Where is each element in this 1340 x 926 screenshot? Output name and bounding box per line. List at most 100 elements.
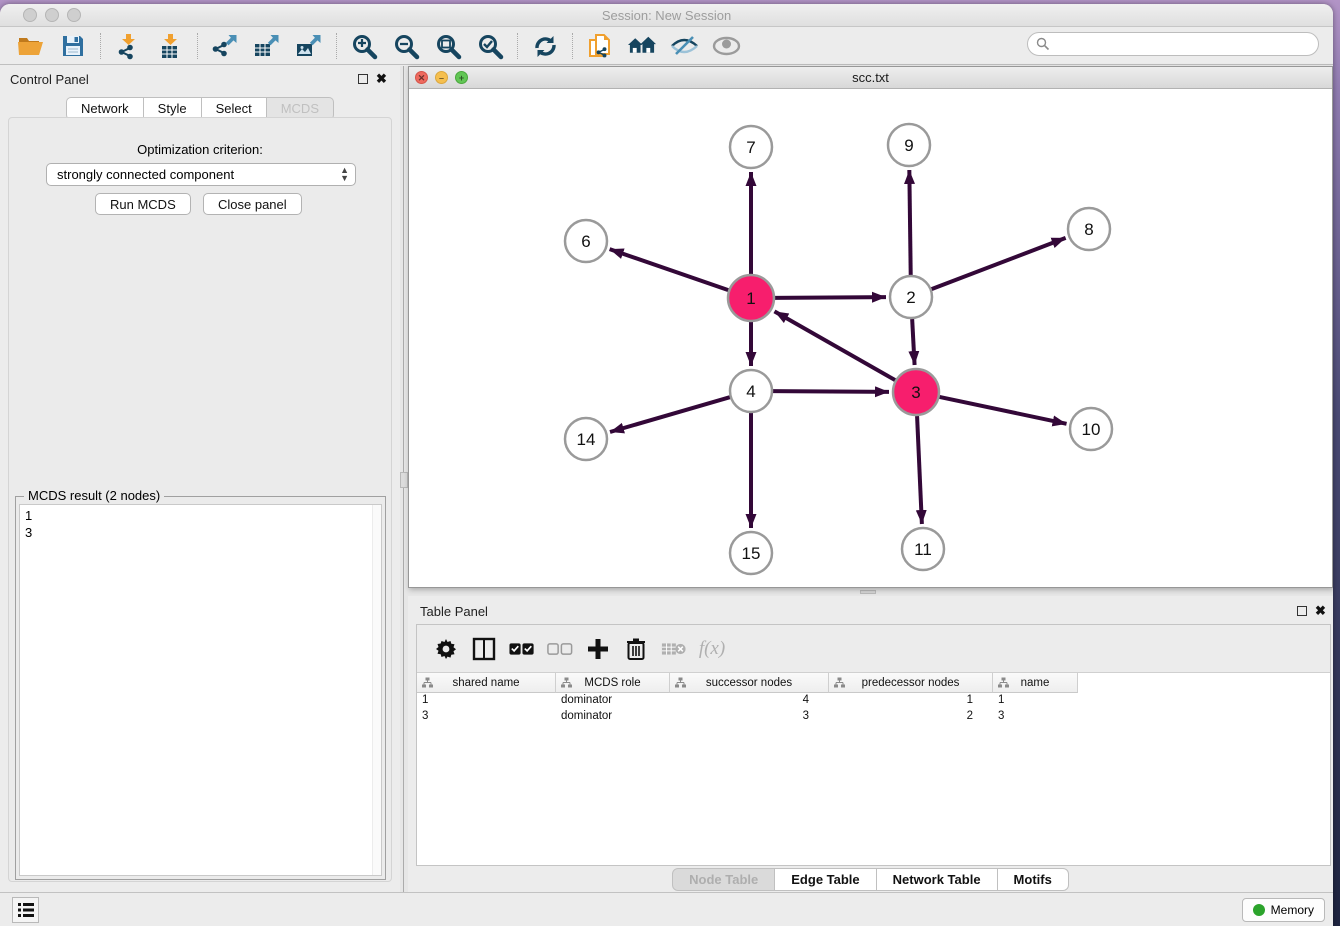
mcds-result-list[interactable]: 13 [19,504,382,876]
delete-table-icon [661,636,687,662]
search-field[interactable] [1027,32,1319,56]
column-tree-icon [561,677,572,691]
run-mcds-button[interactable]: Run MCDS [95,193,191,215]
graph-edge-1-6[interactable] [610,249,729,290]
import-table-icon[interactable] [155,32,185,60]
svg-text:6: 6 [581,232,590,251]
vertical-splitter[interactable] [400,66,408,892]
optimization-dropdown[interactable]: strongly connected component ▲▼ [46,163,356,186]
table-cell[interactable]: dominator [556,693,670,709]
table-cell[interactable]: 3 [417,709,556,725]
table-cell[interactable]: 1 [993,693,1078,709]
save-session-icon[interactable] [58,32,88,60]
export-image-icon[interactable] [294,32,324,60]
mcds-result-node: 3 [25,524,376,541]
column-header-successor-nodes[interactable]: successor nodes [670,673,829,693]
network-view-title: scc.txt [409,70,1332,85]
clone-network-icon[interactable] [585,32,615,60]
show-details-icon[interactable] [711,32,741,60]
search-input[interactable] [1050,37,1310,51]
export-table-icon[interactable] [252,32,282,60]
control-panel-float-icon[interactable] [358,74,368,84]
table-settings-icon[interactable] [433,636,459,662]
mcds-result-title: MCDS result (2 nodes) [24,488,164,503]
memory-button[interactable]: Memory [1242,898,1325,922]
graph-edge-3-1[interactable] [774,311,895,380]
import-network-icon[interactable] [113,32,143,60]
refresh-icon[interactable] [530,32,560,60]
graph-edge-4-14[interactable] [610,397,730,432]
graph-node-3[interactable]: 3 [893,369,939,415]
svg-text:1: 1 [746,289,755,308]
home-layout-icon[interactable] [627,32,657,60]
graph-node-11[interactable]: 11 [902,528,944,570]
toolbar-separator [197,33,198,59]
control-panel-close-icon[interactable]: ✖ [376,74,387,84]
column-header-MCDS-role[interactable]: MCDS role [556,673,670,693]
zoom-fit-icon[interactable] [433,32,463,60]
column-header-name[interactable]: name [993,673,1078,693]
tab-network-table[interactable]: Network Table [877,868,998,891]
mcds-result-node: 1 [25,507,376,524]
graph-node-8[interactable]: 8 [1068,208,1110,250]
zoom-out-icon[interactable] [391,32,421,60]
graph-node-4[interactable]: 4 [730,370,772,412]
graph-node-6[interactable]: 6 [565,220,607,262]
tab-edge-table[interactable]: Edge Table [775,868,876,891]
column-header-predecessor-nodes[interactable]: predecessor nodes [829,673,993,693]
splitter-handle[interactable] [860,590,876,594]
graph-edge-2-9[interactable] [909,170,910,275]
table-cell[interactable]: 1 [829,693,993,709]
window-title: Session: New Session [0,8,1333,23]
table-cell[interactable]: 4 [670,693,829,709]
result-scrollbar[interactable] [372,505,381,875]
graph-node-7[interactable]: 7 [730,126,772,168]
open-file-icon[interactable] [16,32,46,60]
dropdown-stepper-icon: ▲▼ [340,166,349,182]
add-column-icon[interactable] [585,636,611,662]
task-history-button[interactable] [12,897,39,923]
column-layout-icon[interactable] [471,636,497,662]
table-panel-float-icon[interactable] [1297,606,1307,616]
graph-node-9[interactable]: 9 [888,124,930,166]
graph-edge-3-11[interactable] [917,416,922,524]
table-panel-close-icon[interactable]: ✖ [1315,606,1326,616]
titlebar: Session: New Session [0,4,1333,27]
horizontal-splitter[interactable] [408,588,1333,596]
delete-column-icon[interactable] [623,636,649,662]
table-cell[interactable]: 2 [829,709,993,725]
graph-node-14[interactable]: 14 [565,418,607,460]
table-row[interactable]: 1dominator411 [417,693,1078,709]
graph-edge-1-2[interactable] [775,297,886,298]
graph-node-10[interactable]: 10 [1070,408,1112,450]
zoom-selected-icon[interactable] [475,32,505,60]
tab-node-table[interactable]: Node Table [672,868,775,891]
table-cell[interactable]: 3 [993,709,1078,725]
graph-node-1[interactable]: 1 [728,275,774,321]
graph-edge-2-3[interactable] [912,319,914,365]
close-panel-button[interactable]: Close panel [203,193,302,215]
table-cell[interactable]: 1 [417,693,556,709]
table-row[interactable]: 3dominator323 [417,709,1078,725]
graph-node-15[interactable]: 15 [730,532,772,574]
export-network-icon[interactable] [210,32,240,60]
zoom-in-icon[interactable] [349,32,379,60]
graph-edge-3-10[interactable] [939,397,1066,424]
column-header-label: predecessor nodes [862,677,960,689]
tab-motifs[interactable]: Motifs [998,868,1069,891]
toolbar-separator [517,33,518,59]
table-toolbar: f(x) [417,625,1330,673]
column-header-shared-name[interactable]: shared name [417,673,556,693]
graph-node-2[interactable]: 2 [890,276,932,318]
splitter-handle[interactable] [400,472,408,488]
table-cell[interactable]: 3 [670,709,829,725]
table-cell[interactable]: dominator [556,709,670,725]
graph-edge-4-3[interactable] [773,391,889,392]
hide-details-icon[interactable] [669,32,699,60]
network-canvas[interactable]: 7 9 6 8 1 2 4 3 14 10 15 11 [409,89,1332,587]
graph-edge-2-8[interactable] [932,238,1066,289]
deselect-all-icon[interactable] [547,636,573,662]
select-all-icon[interactable] [509,636,535,662]
column-header-label: successor nodes [706,677,792,689]
svg-text:11: 11 [914,540,932,559]
